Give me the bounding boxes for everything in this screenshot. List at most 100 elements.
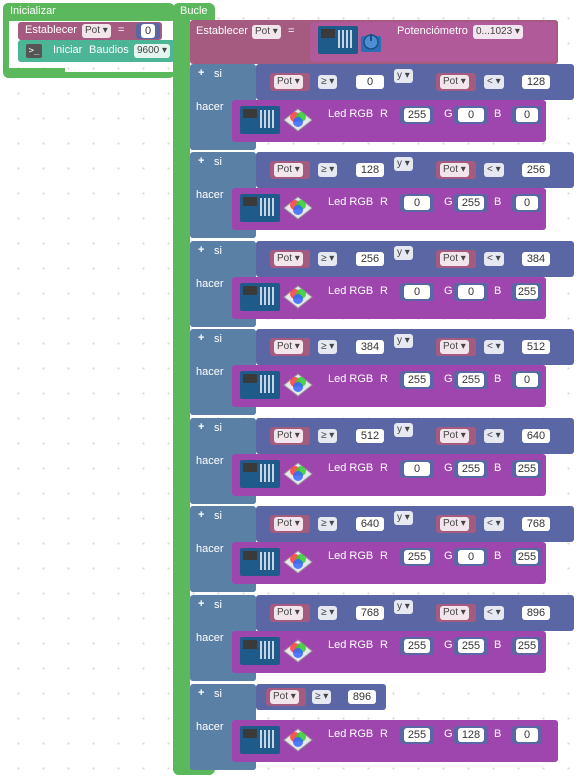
pot-variable-block[interactable]: Pot ▾ <box>436 338 476 356</box>
red-value-field-block[interactable]: 0 <box>400 460 434 478</box>
add-icon[interactable]: + <box>198 244 204 256</box>
pot-variable-block[interactable]: Pot ▾ <box>436 161 476 179</box>
red-value-field-block[interactable]: 255 <box>400 106 434 124</box>
compare-block[interactable]: Pot ▾ ≥ ▾ 768 <box>262 602 390 624</box>
threshold-field-block[interactable]: 128 <box>352 161 388 179</box>
operator-dropdown[interactable]: ≥ ▾ <box>318 340 338 354</box>
and-block[interactable]: Pot ▾ ≥ ▾ 256 y ▾ Pot ▾ < ▾ 384 <box>256 241 574 277</box>
threshold-field[interactable]: 128 <box>356 163 384 177</box>
compare-block[interactable]: Pot ▾ ≥ ▾ 256 <box>262 248 390 270</box>
pot-variable-block[interactable]: Pot ▾ <box>270 161 310 179</box>
pot-variable-block[interactable]: Pot ▾ <box>436 250 476 268</box>
blue-value-field[interactable]: 0 <box>516 196 538 210</box>
threshold-field-block[interactable]: 640 <box>352 515 388 533</box>
red-value-field[interactable]: 255 <box>404 639 430 653</box>
and-block[interactable]: Pot ▾ ≥ ▾ 768 y ▾ Pot ▾ < ▾ 896 <box>256 595 574 631</box>
and-dropdown[interactable]: y ▾ <box>394 511 413 525</box>
threshold-field[interactable]: 384 <box>522 252 550 266</box>
threshold-field[interactable]: 384 <box>356 340 384 354</box>
add-icon[interactable]: + <box>198 687 204 699</box>
led-rgb-block[interactable]: Led RGB R 255 G 0 B 255 <box>232 542 546 584</box>
blue-value-field-block[interactable]: 0 <box>512 726 542 744</box>
green-value-field[interactable]: 0 <box>458 108 484 122</box>
threshold-field-block[interactable]: 128 <box>518 73 554 91</box>
red-value-field[interactable]: 255 <box>404 108 430 122</box>
threshold-field[interactable]: 640 <box>522 429 550 443</box>
blue-value-field[interactable]: 0 <box>516 108 538 122</box>
threshold-field-block[interactable]: 768 <box>518 515 554 533</box>
add-icon[interactable]: + <box>198 67 204 79</box>
threshold-field[interactable]: 512 <box>356 429 384 443</box>
compare-block[interactable]: Pot ▾ < ▾ 896 <box>428 602 556 624</box>
blue-value-field[interactable]: 255 <box>516 462 538 476</box>
red-value-field-block[interactable]: 255 <box>400 548 434 566</box>
pot-variable-block[interactable]: Pot ▾ <box>266 688 306 706</box>
led-rgb-block[interactable]: Led RGB R 0 G 0 B 255 <box>232 277 546 319</box>
serial-begin-block[interactable]: >_ Iniciar Baudios 9600 ▾ <box>18 40 175 62</box>
threshold-field-block[interactable]: 640 <box>518 427 554 445</box>
operator-dropdown[interactable]: ≥ ▾ <box>312 690 332 704</box>
operator-dropdown[interactable]: ≥ ▾ <box>318 252 338 266</box>
blue-value-field[interactable]: 255 <box>516 550 538 564</box>
green-value-field[interactable]: 255 <box>458 196 484 210</box>
threshold-field-block[interactable]: 384 <box>518 250 554 268</box>
blue-value-field-block[interactable]: 255 <box>512 637 542 655</box>
variable-dropdown[interactable]: Pot ▾ <box>440 340 469 354</box>
threshold-field-block[interactable]: 256 <box>518 161 554 179</box>
pot-variable-block[interactable]: Pot ▾ <box>270 250 310 268</box>
red-value-field[interactable]: 0 <box>404 196 430 210</box>
variable-dropdown[interactable]: Pot ▾ <box>274 75 303 89</box>
red-value-field-block[interactable]: 0 <box>400 283 434 301</box>
variable-dropdown[interactable]: Pot ▾ <box>274 163 303 177</box>
variable-dropdown[interactable]: Pot ▾ <box>270 690 299 704</box>
pot-variable-block[interactable]: Pot ▾ <box>270 427 310 445</box>
number-block[interactable]: 0 <box>136 23 160 39</box>
red-value-field-block[interactable]: 255 <box>400 637 434 655</box>
threshold-field[interactable]: 256 <box>356 252 384 266</box>
and-block[interactable]: Pot ▾ ≥ ▾ 128 y ▾ Pot ▾ < ▾ 256 <box>256 152 574 188</box>
potentiometer-block[interactable]: Potenciómetro 0...1023 ▾ <box>310 22 556 62</box>
compare-block[interactable]: Pot ▾ ≥ ▾ 896 <box>256 684 386 710</box>
threshold-field[interactable]: 768 <box>522 517 550 531</box>
threshold-field-block[interactable]: 768 <box>352 604 388 622</box>
and-dropdown[interactable]: y ▾ <box>394 600 413 614</box>
threshold-field[interactable]: 128 <box>522 75 550 89</box>
variable-dropdown[interactable]: Pot ▾ <box>274 252 303 266</box>
operator-dropdown[interactable]: < ▾ <box>484 429 504 443</box>
number-field[interactable]: 0 <box>141 24 155 38</box>
led-rgb-block[interactable]: Led RGB R 255 G 255 B 255 <box>232 631 546 673</box>
compare-block[interactable]: Pot ▾ ≥ ▾ 128 <box>262 159 390 181</box>
operator-dropdown[interactable]: < ▾ <box>484 517 504 531</box>
operator-dropdown[interactable]: ≥ ▾ <box>318 517 338 531</box>
green-value-field-block[interactable]: 255 <box>454 460 488 478</box>
threshold-field-block[interactable]: 512 <box>352 427 388 445</box>
add-icon[interactable]: + <box>198 598 204 610</box>
green-value-field[interactable]: 255 <box>458 373 484 387</box>
variable-dropdown[interactable]: Pot ▾ <box>440 75 469 89</box>
green-value-field-block[interactable]: 0 <box>454 283 488 301</box>
bucle-block[interactable] <box>173 3 190 775</box>
pot-variable-block[interactable]: Pot ▾ <box>270 338 310 356</box>
operator-dropdown[interactable]: < ▾ <box>484 340 504 354</box>
blue-value-field-block[interactable]: 0 <box>512 371 542 389</box>
variable-dropdown[interactable]: Pot ▾ <box>274 340 303 354</box>
blue-value-field[interactable]: 0 <box>516 728 538 742</box>
variable-dropdown[interactable]: Pot ▾ <box>274 429 303 443</box>
pot-variable-block[interactable]: Pot ▾ <box>270 73 310 91</box>
compare-block[interactable]: Pot ▾ < ▾ 256 <box>428 159 556 181</box>
red-value-field-block[interactable]: 0 <box>400 194 434 212</box>
red-value-field[interactable]: 255 <box>404 728 430 742</box>
threshold-field[interactable]: 768 <box>356 606 384 620</box>
operator-dropdown[interactable]: < ▾ <box>484 75 504 89</box>
add-icon[interactable]: + <box>198 421 204 433</box>
set-pot-sensor-block[interactable]: Establecer Pot ▾ = Potenciómetro 0...102… <box>190 20 558 64</box>
green-value-field[interactable]: 255 <box>458 639 484 653</box>
blue-value-field-block[interactable]: 0 <box>512 194 542 212</box>
compare-block[interactable]: Pot ▾ ≥ ▾ 384 <box>262 336 390 358</box>
led-rgb-block[interactable]: Led RGB R 255 G 128 B 0 <box>232 720 558 762</box>
green-value-field-block[interactable]: 255 <box>454 194 488 212</box>
compare-block[interactable]: Pot ▾ < ▾ 384 <box>428 248 556 270</box>
and-dropdown[interactable]: y ▾ <box>394 69 413 83</box>
variable-dropdown[interactable]: Pot ▾ <box>440 429 469 443</box>
variable-dropdown[interactable]: Pot ▾ <box>274 517 303 531</box>
